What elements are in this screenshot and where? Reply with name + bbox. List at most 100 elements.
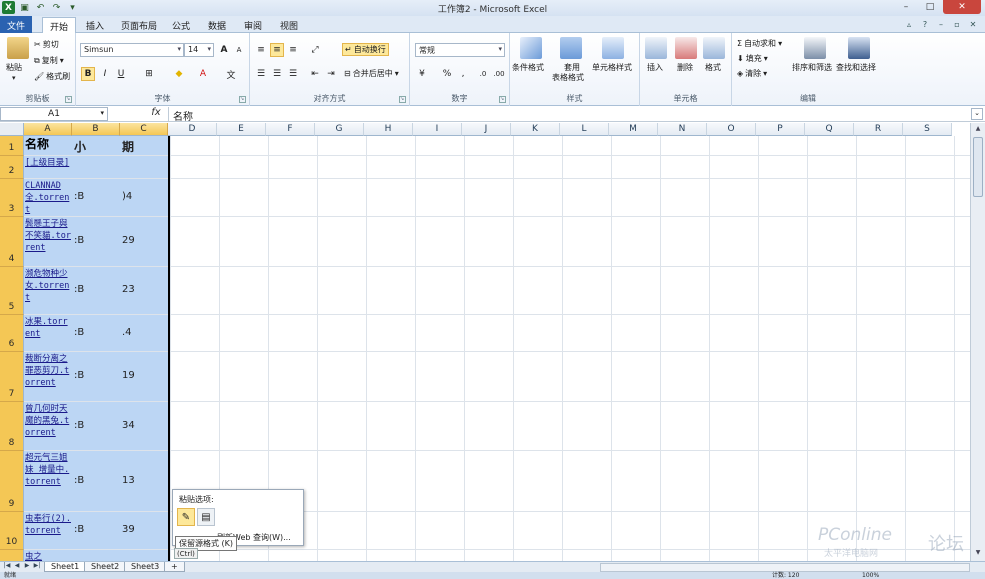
maximize-button[interactable]: □ xyxy=(919,0,941,14)
window-minimize-icon[interactable]: – xyxy=(935,18,947,30)
name-box[interactable]: A1 ▾ xyxy=(0,107,108,121)
format-painter-button[interactable]: 🖌 格式刷 xyxy=(34,71,70,82)
column-header-d[interactable]: D xyxy=(168,123,217,136)
column-header-e[interactable]: E xyxy=(217,123,266,136)
row-header[interactable] xyxy=(0,550,24,561)
insert-function-icon[interactable]: fx xyxy=(146,107,166,121)
next-sheet-icon[interactable]: ▶ xyxy=(22,562,32,572)
align-bottom-icon[interactable]: ≡ xyxy=(286,43,300,57)
column-header-s[interactable]: S xyxy=(903,123,952,136)
vertical-scrollbar[interactable]: ▲ ▼ xyxy=(970,123,985,561)
column-header-l[interactable]: L xyxy=(560,123,609,136)
cell-styles-button[interactable]: 单元格样式 xyxy=(592,63,632,73)
align-top-icon[interactable]: ≡ xyxy=(254,43,268,57)
orientation-icon[interactable]: ⤢ xyxy=(308,43,322,57)
font-launcher-icon[interactable]: ↘ xyxy=(239,96,246,103)
column-header-f[interactable]: F xyxy=(266,123,315,136)
column-header-o[interactable]: O xyxy=(707,123,756,136)
scroll-up-icon[interactable]: ▲ xyxy=(973,125,983,135)
paste-options-button[interactable]: (Ctrl) xyxy=(174,548,198,559)
cut-button[interactable]: ✂ 剪切 xyxy=(34,39,59,50)
find-select-icon[interactable] xyxy=(848,37,870,59)
row-header[interactable]: 3 xyxy=(0,179,24,217)
bold-button[interactable]: B xyxy=(81,67,95,81)
column-header-h[interactable]: H xyxy=(364,123,413,136)
status-zoom[interactable]: 100% xyxy=(862,572,879,579)
grow-font-button[interactable]: A xyxy=(217,43,231,57)
tab-review[interactable]: 审阅 xyxy=(238,17,268,33)
row-header[interactable]: 2 xyxy=(0,156,24,179)
number-launcher-icon[interactable]: ↘ xyxy=(499,96,506,103)
column-header-j[interactable]: J xyxy=(462,123,511,136)
increase-indent-icon[interactable]: ⇥ xyxy=(324,67,338,81)
minimize-button[interactable]: – xyxy=(895,0,917,14)
cell-styles-icon[interactable] xyxy=(602,37,624,59)
font-name-select[interactable]: Simsun ▾ xyxy=(80,43,184,57)
column-header-p[interactable]: P xyxy=(756,123,805,136)
percent-button[interactable]: % xyxy=(440,67,454,81)
horizontal-scrollbar[interactable] xyxy=(600,563,970,572)
alignment-launcher-icon[interactable]: ↘ xyxy=(399,96,406,103)
shrink-font-button[interactable]: A xyxy=(232,43,246,57)
close-button[interactable]: ✕ xyxy=(943,0,981,14)
font-color-icon[interactable]: A xyxy=(196,67,210,81)
row-header[interactable]: 8 xyxy=(0,402,24,451)
fill-button[interactable]: ⬇ 填充 ▾ xyxy=(737,53,768,64)
paste-icon[interactable] xyxy=(7,37,29,59)
column-header-m[interactable]: M xyxy=(609,123,658,136)
paste-button[interactable]: 粘贴 xyxy=(6,63,22,73)
format-cells-icon[interactable] xyxy=(703,37,725,59)
align-middle-icon[interactable]: ≡ xyxy=(270,43,284,57)
tab-view[interactable]: 视图 xyxy=(274,17,304,33)
keep-source-format-icon[interactable]: ✎ xyxy=(177,508,195,526)
column-header-g[interactable]: G xyxy=(315,123,364,136)
insert-cells-icon[interactable] xyxy=(645,37,667,59)
clear-button[interactable]: ◈ 清除 ▾ xyxy=(737,68,767,79)
tab-formulas[interactable]: 公式 xyxy=(166,17,196,33)
copy-button[interactable]: ⧉ 复制 ▾ xyxy=(34,55,64,66)
sheet-tab-2[interactable]: Sheet2 xyxy=(84,562,127,572)
fill-color-icon[interactable]: ◆ xyxy=(172,67,186,81)
delete-cells-icon[interactable] xyxy=(675,37,697,59)
column-header-i[interactable]: I xyxy=(413,123,462,136)
autosum-button[interactable]: Σ 自动求和 ▾ xyxy=(737,38,782,49)
column-header-c[interactable]: C xyxy=(120,123,168,136)
row-header[interactable]: 9 xyxy=(0,451,24,512)
decrease-indent-icon[interactable]: ⇤ xyxy=(308,67,322,81)
column-header-n[interactable]: N xyxy=(658,123,707,136)
row-header[interactable]: 10 xyxy=(0,512,24,550)
sort-filter-button[interactable]: 排序和筛选 xyxy=(792,63,832,73)
align-center-icon[interactable]: ☰ xyxy=(270,67,284,81)
delete-cells-button[interactable]: 删除 xyxy=(677,63,693,73)
column-header-b[interactable]: B xyxy=(72,123,120,136)
scroll-thumb[interactable] xyxy=(973,137,983,197)
increase-decimal-icon[interactable]: .0 xyxy=(476,67,490,81)
column-header-a[interactable]: A xyxy=(24,123,72,136)
align-left-icon[interactable]: ☰ xyxy=(254,67,268,81)
paste-dropdown-icon[interactable]: ▾ xyxy=(12,73,16,83)
row-header[interactable]: 5 xyxy=(0,267,24,315)
borders-icon[interactable]: ⊞ xyxy=(142,67,156,81)
decrease-decimal-icon[interactable]: .00 xyxy=(492,67,506,81)
find-select-button[interactable]: 查找和选择 xyxy=(836,63,876,73)
column-header-k[interactable]: K xyxy=(511,123,560,136)
underline-button[interactable]: U xyxy=(114,67,128,81)
tab-insert[interactable]: 插入 xyxy=(80,17,110,33)
format-as-table-icon[interactable] xyxy=(560,37,582,59)
font-size-select[interactable]: 14 ▾ xyxy=(184,43,214,57)
first-sheet-icon[interactable]: |◀ xyxy=(2,562,12,572)
conditional-format-button[interactable]: 条件格式 xyxy=(512,63,544,73)
tab-page-layout[interactable]: 页面布局 xyxy=(116,17,162,33)
prev-sheet-icon[interactable]: ◀ xyxy=(12,562,22,572)
wrap-text-button[interactable]: ↵ 自动换行 xyxy=(342,43,389,56)
tab-file[interactable]: 文件 xyxy=(0,16,32,33)
insert-cells-button[interactable]: 插入 xyxy=(647,63,663,73)
last-sheet-icon[interactable]: ▶| xyxy=(32,562,42,572)
column-header-r[interactable]: R xyxy=(854,123,903,136)
expand-formula-icon[interactable]: ⌄ xyxy=(971,108,983,120)
phonetic-icon[interactable]: 文 xyxy=(224,67,238,81)
window-close-icon[interactable]: ✕ xyxy=(967,18,979,30)
help-icon[interactable]: ? xyxy=(919,18,931,30)
window-restore-icon[interactable]: ▫ xyxy=(951,18,963,30)
sheet-tab-3[interactable]: Sheet3 xyxy=(124,562,167,572)
